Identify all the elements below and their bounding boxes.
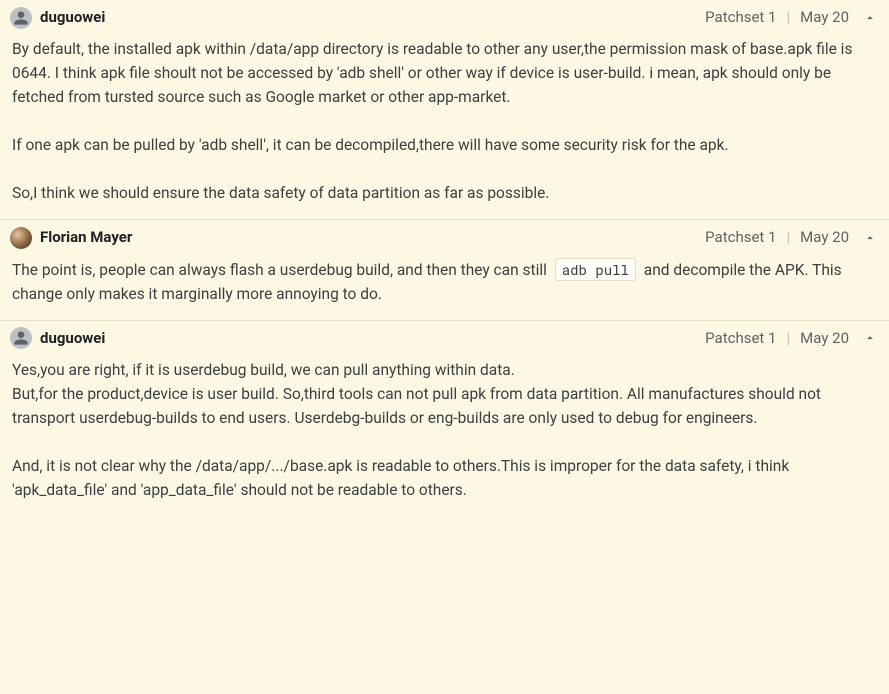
chevron-up-icon[interactable] bbox=[861, 9, 879, 27]
comment-date[interactable]: May 20 bbox=[800, 226, 849, 249]
author-name[interactable]: duguowei bbox=[40, 327, 105, 350]
meta-separator: | bbox=[787, 6, 791, 29]
author-name[interactable]: duguowei bbox=[40, 6, 105, 29]
avatar-generic-icon bbox=[10, 327, 32, 349]
comment-date[interactable]: May 20 bbox=[800, 6, 849, 29]
comment-text: And, it is not clear why the /data/app/.… bbox=[12, 454, 877, 502]
comment-meta: Patchset 1 | May 20 bbox=[705, 327, 879, 350]
comment-meta: Patchset 1 | May 20 bbox=[705, 226, 879, 249]
chevron-up-icon[interactable] bbox=[861, 329, 879, 347]
comment-text: But,for the product,device is user build… bbox=[12, 382, 877, 430]
avatar-generic-icon bbox=[10, 7, 32, 29]
patchset-link[interactable]: Patchset 1 bbox=[705, 6, 776, 29]
comment-block: duguowei Patchset 1 | May 20 By default,… bbox=[0, 0, 889, 220]
inline-code: adb pull bbox=[555, 258, 636, 281]
comment-header: duguowei Patchset 1 | May 20 bbox=[0, 321, 889, 352]
comment-text: So,I think we should ensure the data saf… bbox=[12, 181, 877, 205]
chevron-up-icon[interactable] bbox=[861, 229, 879, 247]
comment-header: duguowei Patchset 1 | May 20 bbox=[0, 0, 889, 31]
meta-separator: | bbox=[787, 327, 791, 350]
patchset-link[interactable]: Patchset 1 bbox=[705, 226, 776, 249]
comment-body: Yes,you are right, if it is userdebug bu… bbox=[0, 352, 889, 516]
patchset-link[interactable]: Patchset 1 bbox=[705, 327, 776, 350]
comment-text: If one apk can be pulled by 'adb shell',… bbox=[12, 133, 877, 157]
author-name[interactable]: Florian Mayer bbox=[40, 226, 132, 249]
blank-line bbox=[12, 109, 877, 133]
comment-body: The point is, people can always flash a … bbox=[0, 252, 889, 320]
blank-line bbox=[12, 430, 877, 454]
blank-line bbox=[12, 157, 877, 181]
meta-separator: | bbox=[787, 226, 791, 249]
comment-date[interactable]: May 20 bbox=[800, 327, 849, 350]
comment-block: Florian Mayer Patchset 1 | May 20 The po… bbox=[0, 220, 889, 320]
comment-meta: Patchset 1 | May 20 bbox=[705, 6, 879, 29]
comment-body: By default, the installed apk within /da… bbox=[0, 31, 889, 219]
comment-block: duguowei Patchset 1 | May 20 Yes,you are… bbox=[0, 321, 889, 516]
comment-text: By default, the installed apk within /da… bbox=[12, 37, 877, 109]
comment-header: Florian Mayer Patchset 1 | May 20 bbox=[0, 220, 889, 251]
avatar-photo bbox=[10, 227, 32, 249]
comment-text: The point is, people can always flash a … bbox=[12, 261, 551, 279]
comment-text: Yes,you are right, if it is userdebug bu… bbox=[12, 358, 877, 382]
